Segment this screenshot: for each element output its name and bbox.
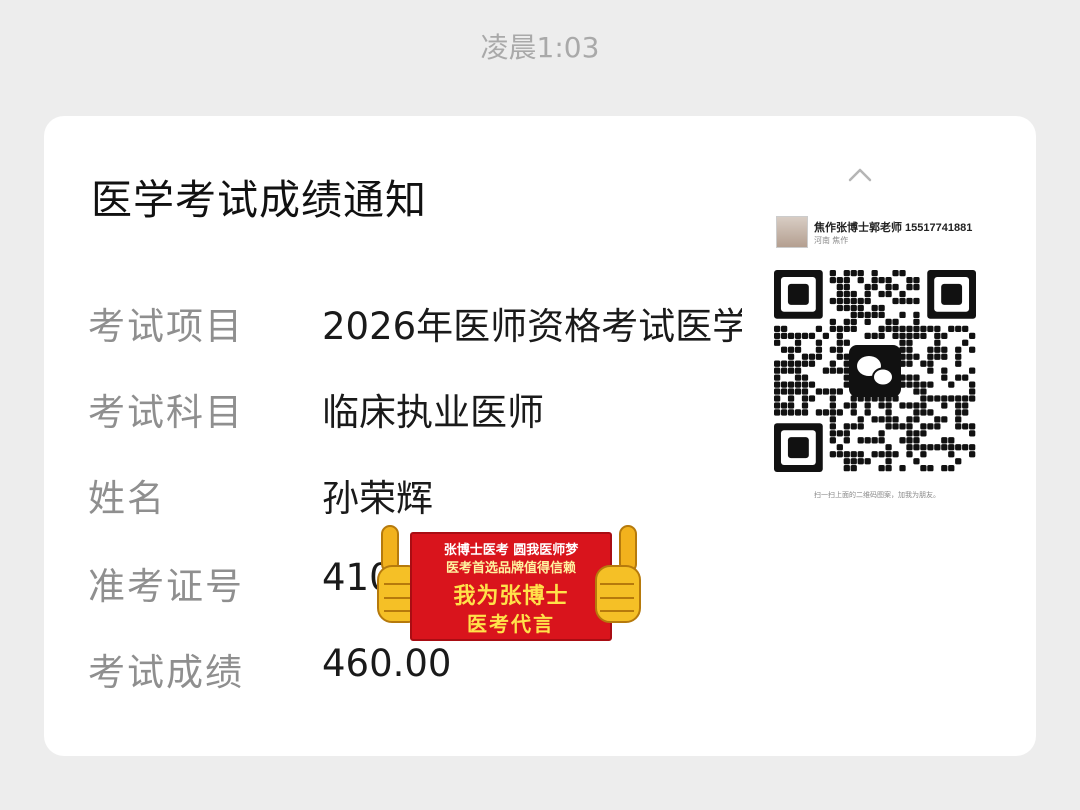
- promo-line-3: 我为张博士: [453, 584, 569, 609]
- row-label: 考试科目: [88, 391, 244, 434]
- row-label: 考试成绩: [88, 651, 244, 694]
- avatar: [776, 216, 808, 248]
- row-label: 准考证号: [88, 565, 244, 608]
- qr-code-image[interactable]: [774, 270, 976, 472]
- wechat-icon: [849, 345, 901, 397]
- promo-line-4: 医考代言: [467, 612, 555, 636]
- qr-contact-region: 河南 焦作: [814, 236, 849, 245]
- qr-code-card: 焦作张博士郭老师 15517741881 河南 焦作 扫一扫上面的二维码图案，加…: [772, 208, 984, 508]
- score-notice-card: 医学考试成绩通知 考试项目 2026年医师资格考试医学 考试科目 临床执业医师 …: [44, 116, 1036, 756]
- row-label: 姓名: [88, 477, 166, 520]
- status-time: 凌晨1:03: [480, 31, 600, 64]
- row-label: 考试项目: [88, 305, 244, 348]
- promo-line-1: 张博士医考 圆我医师梦: [443, 543, 579, 558]
- qr-caption: 扫一扫上面的二维码图案，加我为朋友。: [814, 492, 940, 499]
- row-value: 孙荣辉: [322, 477, 433, 520]
- row-value: 460.00: [322, 642, 452, 685]
- promo-line-2: 医考首选品牌值得信赖: [445, 561, 576, 576]
- row-value: 临床执业医师: [322, 391, 544, 434]
- promo-banner: 张博士医考 圆我医师梦 医考首选品牌值得信赖 我为张博士 医考代言: [374, 516, 644, 641]
- row-value: 2026年医师资格考试医学: [322, 305, 742, 348]
- notice-title: 医学考试成绩通知: [91, 176, 427, 224]
- thumbs-up-icon: [595, 525, 641, 623]
- qr-contact-name: 焦作张博士郭老师 15517741881: [814, 222, 973, 234]
- qr-header: 焦作张博士郭老师 15517741881 河南 焦作: [774, 212, 984, 248]
- chevron-up-icon[interactable]: [847, 166, 873, 184]
